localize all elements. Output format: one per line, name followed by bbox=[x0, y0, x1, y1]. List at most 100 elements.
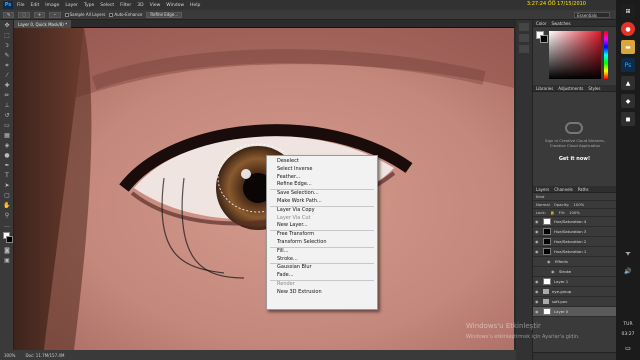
brush-panel-icon[interactable] bbox=[519, 45, 529, 53]
eraser-tool-icon[interactable]: ▭ bbox=[2, 121, 12, 130]
menu-item-deselect[interactable]: Deselect bbox=[267, 158, 377, 166]
file-explorer-icon[interactable]: ▬ bbox=[621, 40, 635, 54]
color-picker[interactable] bbox=[533, 27, 616, 85]
tab-libraries[interactable]: Libraries bbox=[536, 86, 553, 91]
tab-layers[interactable]: Layers bbox=[536, 187, 549, 192]
quick-mask-icon[interactable]: ◙ bbox=[2, 246, 12, 255]
properties-panel-icon[interactable] bbox=[519, 34, 529, 42]
brush-tool-icon[interactable]: ✏ bbox=[2, 91, 12, 100]
tab-adjustments[interactable]: Adjustments bbox=[558, 86, 583, 91]
zoom-level[interactable]: 300% bbox=[4, 353, 15, 358]
chrome-icon[interactable]: ● bbox=[621, 22, 635, 36]
layer-row[interactable]: ◉ Hue/Saturation 3 bbox=[533, 227, 616, 237]
layer-row[interactable]: ◉ Hue/Saturation 2 bbox=[533, 237, 616, 247]
menu-filter[interactable]: Filter bbox=[120, 3, 131, 8]
opacity-value[interactable]: 100% bbox=[573, 202, 584, 207]
app-icon[interactable]: ▲ bbox=[621, 76, 635, 90]
blend-mode-select[interactable]: Normal bbox=[536, 202, 550, 207]
tab-channels[interactable]: Channels bbox=[554, 187, 573, 192]
add-selection-icon[interactable]: + bbox=[33, 11, 46, 18]
subtract-selection-icon[interactable]: − bbox=[49, 11, 61, 18]
screen-mode-icon[interactable]: ▣ bbox=[2, 256, 12, 265]
menu-item-refine-edge[interactable]: Refine Edge... bbox=[267, 181, 377, 189]
menu-item-new-3d-extrusion[interactable]: New 3D Extrusion bbox=[267, 289, 377, 297]
notification-icon[interactable]: ▭ bbox=[622, 342, 634, 354]
hand-tool-icon[interactable]: ✋ bbox=[2, 201, 12, 210]
more-tools-icon[interactable]: … bbox=[2, 221, 12, 230]
visibility-eye-icon[interactable]: ◉ bbox=[535, 279, 540, 284]
menu-3d[interactable]: 3D bbox=[137, 3, 143, 8]
marquee-tool-icon[interactable]: ⬚ bbox=[2, 31, 12, 40]
start-icon[interactable]: ⊞ bbox=[621, 4, 635, 18]
visibility-eye-icon[interactable]: ◉ bbox=[551, 269, 556, 274]
layer-row[interactable]: ◉ soft-pov bbox=[533, 297, 616, 307]
saturation-field[interactable] bbox=[549, 31, 601, 79]
layer-row[interactable]: ◉ eye-group bbox=[533, 287, 616, 297]
sample-all-layers-checkbox[interactable]: Sample All Layers bbox=[64, 12, 105, 17]
healing-tool-icon[interactable]: ✚ bbox=[2, 81, 12, 90]
menu-item-gaussian-blur[interactable]: Gaussian Blur bbox=[267, 264, 377, 272]
menu-item-feather[interactable]: Feather... bbox=[267, 174, 377, 182]
menu-image[interactable]: Image bbox=[45, 3, 59, 8]
lock-icon[interactable]: 🔒 bbox=[550, 210, 555, 215]
history-brush-tool-icon[interactable]: ↺ bbox=[2, 111, 12, 120]
layer-row[interactable]: ◉ Hue/Saturation 1 bbox=[533, 247, 616, 257]
color-swatch-icon[interactable] bbox=[2, 231, 13, 245]
menu-item-layer-via-copy[interactable]: Layer Via Copy bbox=[267, 207, 377, 215]
auto-enhance-checkbox[interactable]: Auto-Enhance bbox=[109, 12, 142, 17]
layer-row[interactable]: ◉ Hue/Saturation 4 bbox=[533, 217, 616, 227]
visibility-eye-icon[interactable]: ◉ bbox=[535, 289, 540, 294]
taskbar-clock[interactable]: 03:27 bbox=[616, 332, 640, 337]
background-color[interactable] bbox=[540, 35, 548, 43]
move-tool-icon[interactable]: ✥ bbox=[2, 21, 12, 30]
document-tab[interactable]: Layer 0, Quick Mask/8) * bbox=[14, 20, 72, 28]
menu-edit[interactable]: Edit bbox=[31, 3, 40, 8]
menu-item-fill[interactable]: Fill... bbox=[267, 248, 377, 256]
app-icon[interactable]: ◼ bbox=[621, 112, 635, 126]
visibility-eye-icon[interactable]: ◉ bbox=[535, 239, 540, 244]
kind-filter-select[interactable]: Kind bbox=[536, 194, 544, 199]
language-indicator[interactable]: TUR bbox=[616, 322, 640, 327]
new-selection-icon[interactable]: ◌ bbox=[18, 11, 30, 18]
tab-color[interactable]: Color bbox=[536, 21, 546, 26]
layer-row[interactable]: ◉ Effects bbox=[533, 257, 616, 267]
canvas-area[interactable] bbox=[14, 28, 514, 350]
tab-paths[interactable]: Paths bbox=[578, 187, 589, 192]
eyedropper-tool-icon[interactable]: ⁄ bbox=[2, 71, 12, 80]
menu-select[interactable]: Select bbox=[100, 3, 114, 8]
visibility-eye-icon[interactable]: ◉ bbox=[535, 249, 540, 254]
zoom-tool-icon[interactable]: ⚲ bbox=[2, 211, 12, 220]
tool-preset-icon[interactable]: ✎ bbox=[3, 11, 15, 18]
gradient-tool-icon[interactable]: ▦ bbox=[2, 131, 12, 140]
fill-value[interactable]: 100% bbox=[569, 210, 580, 215]
menu-item-transform-selection[interactable]: Transform Selection bbox=[267, 239, 377, 247]
photoshop-logo[interactable]: Ps bbox=[3, 1, 13, 9]
photoshop-taskbar-icon[interactable]: Ps bbox=[621, 58, 635, 72]
app-icon[interactable]: ◆ bbox=[621, 94, 635, 108]
clone-stamp-tool-icon[interactable]: ⊥ bbox=[2, 101, 12, 110]
crop-tool-icon[interactable]: ⌗ bbox=[2, 61, 12, 70]
tab-styles[interactable]: Styles bbox=[588, 86, 600, 91]
menu-help[interactable]: Help bbox=[190, 3, 200, 8]
history-panel-icon[interactable] bbox=[519, 23, 529, 31]
quick-selection-tool-icon[interactable]: ✎ bbox=[2, 51, 12, 60]
fg-bg-swatches[interactable] bbox=[536, 31, 548, 43]
menu-file[interactable]: File bbox=[17, 3, 25, 8]
path-selection-tool-icon[interactable]: ➤ bbox=[2, 181, 12, 190]
visibility-eye-icon[interactable]: ◉ bbox=[535, 219, 540, 224]
pen-tool-icon[interactable]: ✒ bbox=[2, 161, 12, 170]
menu-item-select-inverse[interactable]: Select Inverse bbox=[267, 166, 377, 174]
menu-item-make-work-path[interactable]: Make Work Path... bbox=[267, 198, 377, 206]
get-it-now-link[interactable]: Get it now! bbox=[533, 156, 616, 162]
menu-window[interactable]: Window bbox=[166, 3, 184, 8]
menu-item-free-transform[interactable]: Free Transform bbox=[267, 231, 377, 239]
menu-view[interactable]: View bbox=[150, 3, 161, 8]
menu-item-new-layer[interactable]: New Layer... bbox=[267, 222, 377, 230]
visibility-eye-icon[interactable]: ◉ bbox=[535, 229, 540, 234]
refine-edge-button[interactable]: Refine Edge... bbox=[146, 11, 183, 18]
visibility-eye-icon[interactable]: ◉ bbox=[535, 309, 540, 314]
workspace-select[interactable]: Essentials bbox=[574, 12, 610, 18]
type-tool-icon[interactable]: T bbox=[2, 171, 12, 180]
layer-row[interactable]: ◉ Stroke bbox=[533, 267, 616, 277]
menu-item-fade[interactable]: Fade... bbox=[267, 272, 377, 280]
